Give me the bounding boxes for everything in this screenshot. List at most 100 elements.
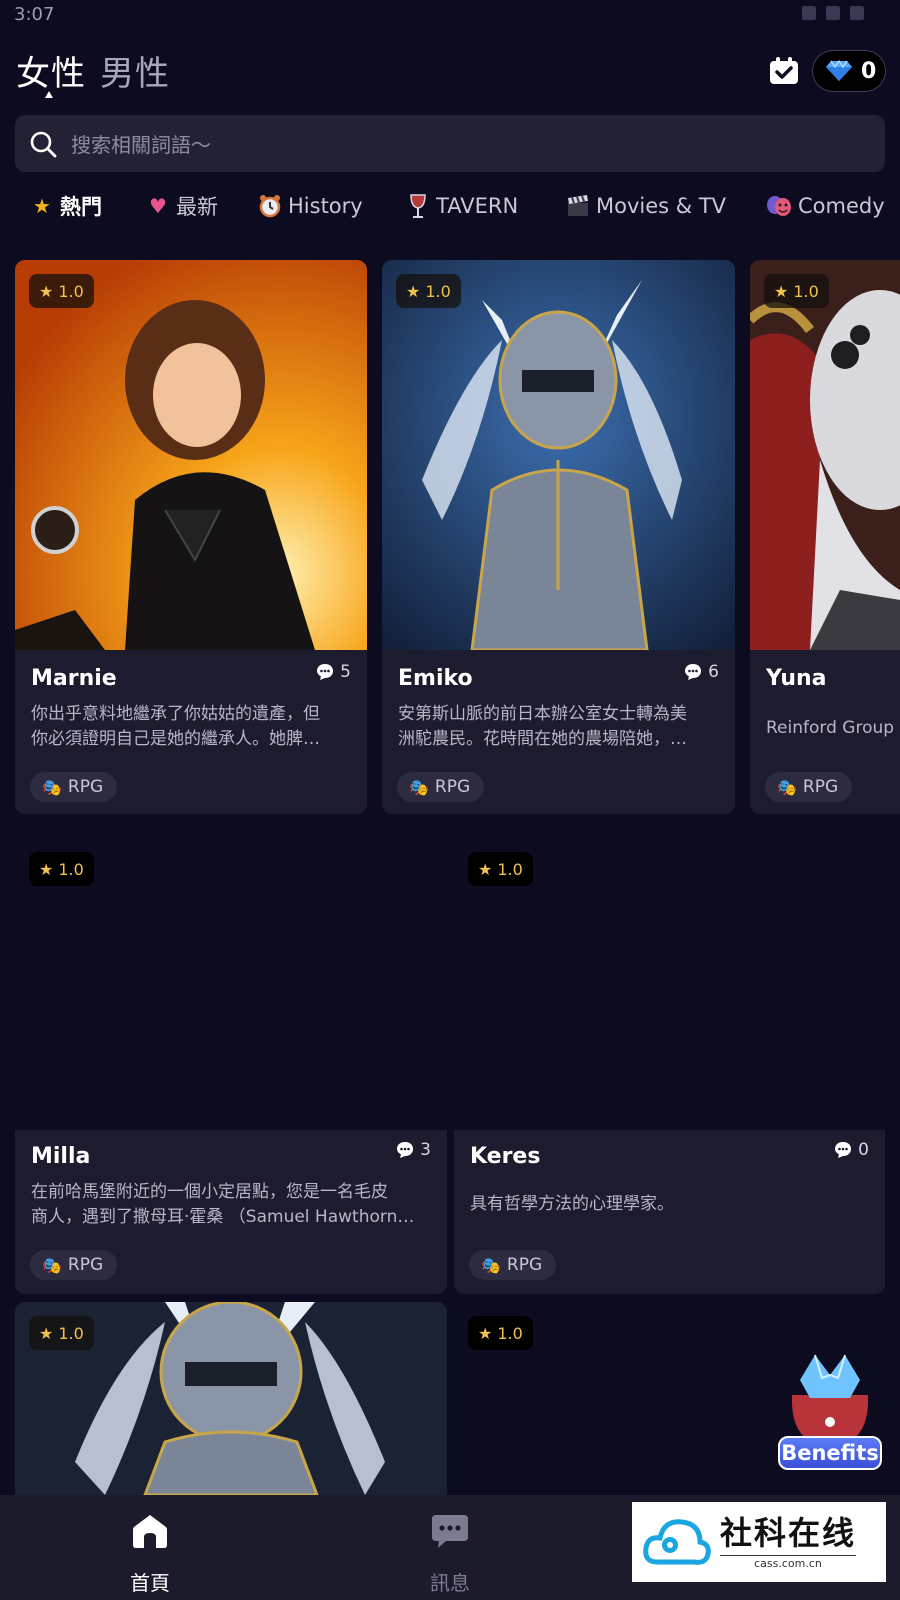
rating-badge: ★ 1.0: [396, 274, 461, 308]
heart-icon: ♥: [149, 194, 167, 218]
genre-tag[interactable]: 🎭 RPG: [397, 772, 485, 802]
rating-badge: ★ 1.0: [468, 1316, 533, 1350]
tab-female[interactable]: 女性: [16, 46, 86, 95]
nav-messages[interactable]: 訊息: [370, 1495, 530, 1600]
rating-badge: ★ 1.0: [29, 1316, 94, 1350]
rating-value: 1.0: [58, 1323, 84, 1343]
star-icon: ★: [39, 281, 54, 301]
category-label: 熱門: [60, 195, 102, 219]
rating-value: 1.0: [497, 1323, 523, 1343]
comment-count-value: 3: [420, 1140, 431, 1160]
category-label: Movies & TV: [596, 194, 727, 218]
theater-masks-icon: [767, 196, 791, 216]
star-icon: ★: [406, 281, 421, 301]
category-tab-hot[interactable]: ★ 熱門: [30, 186, 102, 226]
description-line: 商人，遇到了撒母耳·霍桑 （Samuel Hawthorn…: [31, 1207, 415, 1227]
rating-value: 1.0: [58, 281, 84, 301]
wine-glass-icon: [410, 194, 426, 218]
genre-tag[interactable]: 🎭 RPG: [469, 1250, 557, 1280]
search-placeholder: 搜索相關詞語～: [71, 133, 211, 157]
category-label: 最新: [176, 195, 218, 219]
status-time: 3:07: [14, 4, 55, 25]
character-description: 安第斯山脈的前日本辦公室女士轉為美 洲駝農民。花時間在她的農場陪她，…: [398, 702, 719, 752]
calendar-check-icon[interactable]: [768, 56, 800, 86]
character-description: 在前哈馬堡附近的一個小定居點，您是一名毛皮 商人，遇到了撒母耳·霍桑 （Samu…: [31, 1180, 431, 1230]
benefits-button[interactable]: Benefits: [770, 1350, 890, 1470]
rating-value: 1.0: [793, 281, 819, 301]
character-card-emiko[interactable]: ★ 1.0 Emiko 6 安第斯山脈的前日本辦公室女士轉為美 洲駝農民。花時間…: [382, 260, 735, 814]
watermark-logo: 社科在线 cass.com.cn: [632, 1502, 886, 1582]
rating-value: 1.0: [425, 281, 451, 301]
genre-tag-label: RPG: [434, 777, 471, 797]
star-icon: ★: [774, 281, 789, 301]
star-icon: ★: [478, 859, 493, 879]
comment-count-value: 6: [708, 662, 719, 682]
description-line: 你出乎意料地繼承了你姑姑的遺產，但: [31, 704, 320, 724]
star-icon: ★: [39, 859, 54, 879]
rating-badge: ★ 1.0: [468, 852, 533, 886]
status-bar: 3:07: [0, 0, 900, 36]
comment-count: 6: [684, 662, 719, 682]
gem-count: 0: [861, 58, 877, 84]
character-portrait: [750, 260, 900, 650]
character-name: Keres: [470, 1144, 541, 1169]
character-description: 具有哲學方法的心理學家。: [470, 1192, 869, 1217]
category-label: Comedy: [798, 194, 885, 218]
chat-bubble-icon: [432, 1515, 468, 1548]
category-tab-movies-tv[interactable]: Movies & TV: [566, 186, 726, 226]
description-line: 安第斯山脈的前日本辦公室女士轉為美: [398, 704, 687, 724]
theater-masks-icon: 🎭: [409, 777, 429, 797]
description-line: 在前哈馬堡附近的一個小定居點，您是一名毛皮: [31, 1182, 388, 1202]
battery-icon: [850, 6, 864, 20]
chat-bubble-icon: [835, 1142, 852, 1158]
genre-tag[interactable]: 🎭 RPG: [30, 772, 118, 802]
rating-value: 1.0: [58, 859, 84, 879]
search-input[interactable]: 搜索相關詞語～: [15, 115, 885, 172]
tab-male[interactable]: 男性: [100, 46, 170, 95]
category-tab-comedy[interactable]: Comedy: [766, 186, 885, 226]
character-card-marnie[interactable]: ★ 1.0 Marnie 5 你出乎意料地繼承了你姑姑的遺產，但 你必須證明自己…: [15, 260, 367, 814]
genre-tag-label: RPG: [802, 777, 839, 797]
comment-count: 5: [316, 662, 351, 682]
category-tab-history[interactable]: History: [258, 186, 363, 226]
chat-bubble-icon: [317, 664, 334, 680]
description-line: 洲駝農民。花時間在她的農場陪她，…: [398, 729, 687, 749]
character-name: Milla: [31, 1144, 91, 1169]
theater-masks-icon: 🎭: [481, 1255, 501, 1275]
comment-count: 0: [834, 1140, 869, 1160]
active-tab-indicator: [45, 91, 53, 98]
clapperboard-icon: [568, 195, 588, 216]
description-line: 具有哲學方法的心理學家。: [470, 1194, 674, 1214]
character-name: Marnie: [31, 666, 117, 691]
header: 女性 男性 0: [0, 36, 900, 106]
character-description: 你出乎意料地繼承了你姑姑的遺產，但 你必須證明自己是她的繼承人。她脾…: [31, 702, 351, 752]
diamond-icon: [826, 60, 852, 81]
character-card-milla[interactable]: ★ 1.0 Milla 3 在前哈馬堡附近的一個小定居點，您是一名毛皮 商人，遇…: [15, 838, 447, 1294]
genre-tag[interactable]: 🎭 RPG: [30, 1250, 118, 1280]
character-portrait: [15, 260, 367, 650]
rating-badge: ★ 1.0: [29, 852, 94, 886]
category-tabs: ★ 熱門 ♥ 最新 History TAVERN Movies & TV Com…: [0, 186, 900, 226]
gift-bag-icon: [791, 1354, 869, 1446]
watermark-subtitle: cass.com.cn: [720, 1554, 857, 1570]
nav-home-label: 首頁: [130, 1571, 170, 1595]
nav-home[interactable]: 首頁: [70, 1495, 230, 1600]
category-label: History: [288, 194, 363, 218]
gem-balance-button[interactable]: 0: [812, 50, 886, 92]
genre-tag[interactable]: 🎭 RPG: [765, 772, 853, 802]
rating-value: 1.0: [497, 859, 523, 879]
theater-masks-icon: 🎭: [42, 1255, 62, 1275]
description-line: Reinford Group: [766, 718, 895, 738]
character-card-yuna[interactable]: ★ 1.0 Yuna Reinford Group 🎭 RPG: [750, 260, 900, 814]
search-icon: [30, 131, 57, 157]
theater-masks-icon: 🎭: [777, 777, 797, 797]
character-card[interactable]: ★ 1.0: [15, 1302, 447, 1495]
category-tab-new[interactable]: ♥ 最新: [146, 186, 218, 226]
cloud-logo-icon: [643, 1519, 711, 1565]
benefits-label: Benefits: [778, 1436, 882, 1470]
description-line: 你必須證明自己是她的繼承人。她脾…: [31, 729, 320, 749]
character-name: Yuna: [766, 666, 827, 691]
character-card-keres[interactable]: ★ 1.0 Keres 0 具有哲學方法的心理學家。 🎭 RPG: [454, 838, 885, 1294]
category-tab-tavern[interactable]: TAVERN: [406, 186, 518, 226]
star-icon: ★: [33, 194, 51, 218]
